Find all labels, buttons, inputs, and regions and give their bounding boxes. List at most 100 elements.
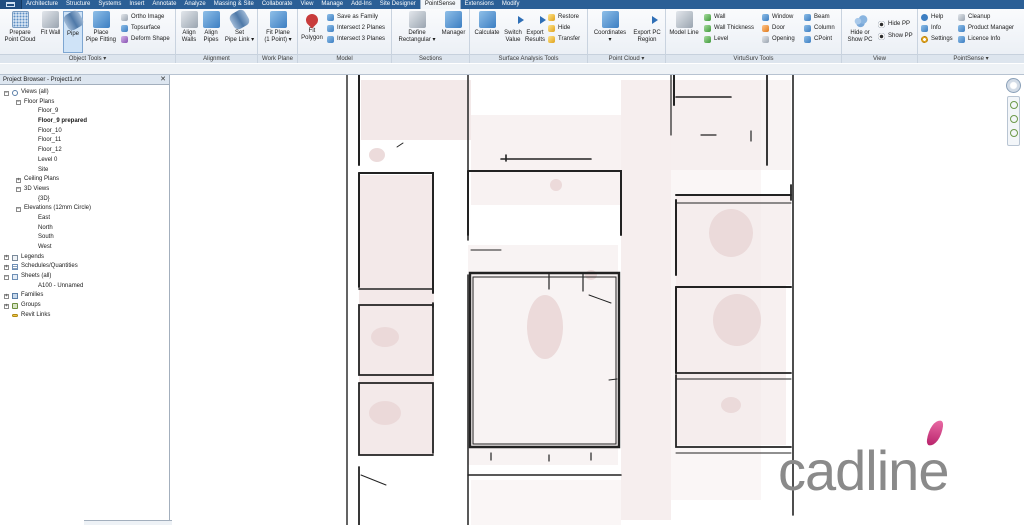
tree-item[interactable]: Floor_10	[0, 127, 169, 137]
sections-manager-button[interactable]: Manager	[439, 11, 468, 37]
vs-beam-button[interactable]: Beam	[804, 13, 830, 22]
tab-massing-site[interactable]: Massing & Site	[210, 0, 258, 9]
fit-plane-button[interactable]: Fit Plane (1 Point) ▾	[260, 11, 296, 44]
vs-wall-thickness-button[interactable]: Wall Thickness	[704, 24, 754, 33]
export-results-button[interactable]: Export Results	[524, 11, 546, 44]
vs-window-button[interactable]: Window	[762, 13, 793, 22]
settings-button[interactable]: Settings	[921, 35, 953, 44]
tree-item[interactable]: {3D}	[0, 195, 169, 205]
set-pipe-link-button[interactable]: Set Pipe Link ▾	[223, 7, 256, 44]
expand-toggle-icon[interactable]: +	[4, 303, 9, 309]
prepare-point-cloud-button[interactable]: Prepare Point Cloud	[2, 11, 38, 44]
transfer-button[interactable]: Transfer	[548, 35, 580, 44]
tab-architecture[interactable]: Architecture	[22, 0, 62, 9]
deform-shape-button[interactable]: Deform Shape	[121, 35, 170, 44]
vs-cpoint-button[interactable]: CPoint	[804, 35, 832, 44]
panel-title-object-tools[interactable]: Object Tools ▾	[0, 54, 175, 63]
tree-item[interactable]: Floor_9 prepared	[0, 117, 169, 127]
tab-collaborate[interactable]: Collaborate	[258, 0, 297, 9]
collapse-toggle-icon[interactable]: −	[16, 100, 21, 106]
tab-systems[interactable]: Systems	[94, 0, 125, 9]
panel-title-point-cloud[interactable]: Point Cloud ▾	[588, 54, 665, 63]
pipe-button[interactable]: Pipe	[61, 8, 85, 53]
tree-item[interactable]: − Sheets (all)	[0, 272, 169, 282]
tab-site-designer[interactable]: Site Designer	[376, 0, 420, 9]
expand-toggle-icon[interactable]: +	[16, 177, 21, 183]
tree-item[interactable]: + Ceiling Plans	[0, 175, 169, 185]
place-pipe-fitting-button[interactable]: Place Pipe Fitting	[84, 11, 118, 44]
collapse-toggle-icon[interactable]: −	[16, 187, 21, 193]
application-menu-button[interactable]	[0, 0, 22, 9]
vs-level-button[interactable]: Level	[704, 35, 728, 44]
tab-analyze[interactable]: Analyze	[180, 0, 209, 9]
collapse-toggle-icon[interactable]: −	[4, 274, 9, 280]
zoom-icon[interactable]	[1009, 115, 1018, 123]
expand-toggle-icon[interactable]: +	[4, 293, 9, 299]
vs-opening-button[interactable]: Opening	[762, 35, 795, 44]
topsurface-button[interactable]: Topsurface	[121, 24, 160, 33]
tree-item[interactable]: + Families	[0, 291, 169, 301]
tab-annotate[interactable]: Annotate	[148, 0, 180, 9]
tab-modify[interactable]: Modify	[498, 0, 524, 9]
cleanup-button[interactable]: Cleanup	[958, 13, 990, 22]
tree-item[interactable]: −3D Views	[0, 185, 169, 195]
export-pc-region-button[interactable]: Export PC Region	[630, 11, 664, 44]
panel-title-pointsense[interactable]: PointSense ▾	[918, 54, 1024, 63]
intersect-3-planes-button[interactable]: Intersect 3 Planes	[327, 35, 385, 44]
hide-show-pc-button[interactable]: Hide or Show PC	[845, 11, 875, 44]
view-cube-icon[interactable]	[1006, 78, 1021, 93]
tab-insert[interactable]: Insert	[125, 0, 148, 9]
collapse-toggle-icon[interactable]: −	[16, 206, 21, 212]
tab-extensions[interactable]: Extensions	[461, 0, 498, 9]
tab-pointsense[interactable]: PointSense	[419, 0, 461, 9]
calculate-button[interactable]: Calculate	[472, 11, 502, 37]
tree-item[interactable]: East	[0, 214, 169, 224]
collapse-toggle-icon[interactable]: −	[4, 90, 9, 96]
tree-item[interactable]: South	[0, 233, 169, 243]
vs-column-button[interactable]: Column	[804, 24, 835, 33]
close-icon[interactable]: ✕	[160, 75, 166, 85]
tab-view[interactable]: View	[297, 0, 318, 9]
tree-item[interactable]: Site	[0, 166, 169, 176]
align-walls-button[interactable]: Align Walls	[178, 11, 200, 44]
help-button[interactable]: Help	[921, 13, 943, 22]
pan-icon[interactable]	[1009, 129, 1018, 137]
tree-item[interactable]: Floor_12	[0, 146, 169, 156]
model-line-button[interactable]: Model Line	[668, 11, 700, 37]
intersect-2-planes-button[interactable]: Intersect 2 Planes	[327, 24, 385, 33]
tree-item[interactable]: − Floor Plans	[0, 98, 169, 108]
save-as-family-button[interactable]: Save as Family	[327, 13, 378, 22]
tree-item[interactable]: West	[0, 243, 169, 253]
hide-pp-button[interactable]: Hide PP	[878, 20, 910, 29]
switch-value-button[interactable]: Switch Value	[502, 11, 524, 44]
tree-item[interactable]: Level 0	[0, 156, 169, 166]
expand-toggle-icon[interactable]: +	[4, 255, 9, 261]
align-pipes-button[interactable]: Align Pipes	[200, 11, 222, 44]
fit-wall-button[interactable]: Fit Wall	[38, 11, 63, 37]
coordinates-button[interactable]: Coordinates ▾	[592, 11, 628, 44]
define-rectangular-button[interactable]: Define Rectangular ▾	[396, 11, 438, 44]
tree-item[interactable]: − Views (all)	[0, 88, 169, 98]
licence-info-button[interactable]: Licence Info	[958, 35, 1000, 44]
tree-item[interactable]: Revit Links	[0, 311, 169, 321]
tree-item[interactable]: + Groups	[0, 301, 169, 311]
tree-item[interactable]: − Elevations (12mm Circle)	[0, 204, 169, 214]
tree-item[interactable]: Floor_9	[0, 107, 169, 117]
vs-door-button[interactable]: Door	[762, 24, 785, 33]
hide-button[interactable]: Hide	[548, 24, 570, 33]
tree-item[interactable]: Floor_11	[0, 136, 169, 146]
tree-item[interactable]: + Legends	[0, 253, 169, 263]
tab-manage[interactable]: Manage	[317, 0, 347, 9]
info-button[interactable]: Info	[921, 24, 941, 33]
fit-polygon-button[interactable]: Fit Polygon	[300, 11, 324, 42]
ortho-image-button[interactable]: Ortho Image	[121, 13, 164, 22]
show-pp-button[interactable]: Show PP	[878, 32, 913, 41]
vs-wall-button[interactable]: Wall	[704, 13, 725, 22]
tree-item[interactable]: + Schedules/Quantities	[0, 262, 169, 272]
steering-wheel-icon[interactable]	[1009, 101, 1018, 109]
restore-button[interactable]: Restore	[548, 13, 579, 22]
expand-toggle-icon[interactable]: +	[4, 264, 9, 270]
tree-item[interactable]: A100 - Unnamed	[0, 282, 169, 292]
tab-structure[interactable]: Structure	[62, 0, 94, 9]
tab-add-ins[interactable]: Add-Ins	[347, 0, 376, 9]
